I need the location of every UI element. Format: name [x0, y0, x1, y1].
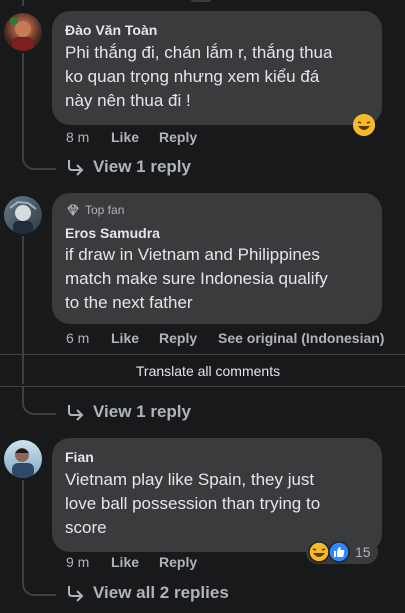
reply-arrow-icon [68, 160, 84, 176]
translate-all-button[interactable]: Translate all comments [0, 363, 405, 379]
diamond-icon [67, 204, 79, 216]
like-button[interactable]: Like [111, 554, 139, 570]
avatar-image-icon [12, 448, 34, 478]
thread-curve [22, 387, 56, 415]
comment-text: Vietnam play like Spain, they just love … [65, 470, 321, 537]
laughing-emoji-icon [308, 541, 330, 563]
thread-curve [22, 140, 56, 170]
avatar[interactable] [4, 196, 42, 234]
view-replies-button[interactable]: View 1 reply [66, 402, 191, 422]
like-button[interactable]: Like [111, 330, 139, 346]
comment-time[interactable]: 8 m [66, 129, 89, 145]
laughing-emoji-icon[interactable] [353, 114, 375, 136]
avatar[interactable] [4, 440, 42, 478]
thread-line [22, 0, 24, 6]
see-original-button[interactable]: See original (Indonesian) [218, 330, 384, 346]
view-replies-label: View 1 reply [93, 157, 191, 176]
reaction-count: 15 [355, 544, 371, 560]
like-button[interactable]: Like [111, 129, 139, 145]
reactions-summary[interactable]: 15 [306, 540, 378, 564]
like-reaction-icon [328, 541, 350, 563]
view-replies-button[interactable]: View 1 reply [66, 157, 191, 177]
view-replies-label: View all 2 replies [93, 583, 229, 602]
thread-line [22, 480, 24, 580]
comment-text: Phi thắng đi, chán lắm r, thắng thua ko … [65, 43, 333, 110]
top-fan-badge: Top fan [66, 203, 124, 217]
comment-author[interactable]: Eros Samudra [65, 225, 160, 241]
reply-arrow-icon [68, 586, 84, 602]
thread-line [22, 236, 24, 384]
comment-bubble: Đào Văn Toàn Phi thắng đi, chán lắm r, t… [52, 11, 382, 125]
comment-time[interactable]: 9 m [66, 554, 89, 570]
reply-button[interactable]: Reply [159, 330, 197, 346]
cropped-top-element [190, 0, 212, 2]
avatar-image-icon [10, 17, 34, 51]
comment-bubble: Top fan Eros Samudra if draw in Vietnam … [52, 193, 382, 324]
comment-time[interactable]: 6 m [66, 330, 89, 346]
comment-text: if draw in Vietnam and Philippines match… [65, 245, 328, 312]
reply-button[interactable]: Reply [159, 129, 197, 145]
divider [0, 354, 405, 355]
reply-arrow-icon [68, 405, 84, 421]
view-replies-button[interactable]: View all 2 replies [66, 583, 229, 603]
divider [0, 386, 405, 387]
comment-author[interactable]: Đào Văn Toàn [65, 22, 157, 38]
thread-curve [22, 566, 56, 596]
avatar-image-icon [9, 200, 37, 234]
comment-bubble: Fian Vietnam play like Spain, they just … [52, 438, 382, 552]
avatar[interactable] [4, 13, 42, 51]
reply-button[interactable]: Reply [159, 554, 197, 570]
comment-author[interactable]: Fian [65, 449, 94, 465]
view-replies-label: View 1 reply [93, 402, 191, 421]
top-fan-label: Top fan [85, 203, 125, 217]
